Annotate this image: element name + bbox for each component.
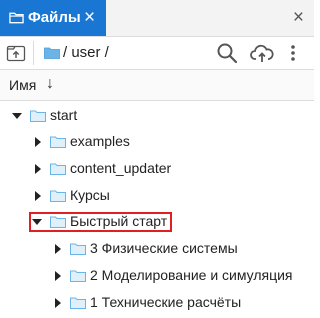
caret-right-icon[interactable] [53,271,63,281]
folder-icon [30,110,46,122]
tab-files[interactable]: Файлы × [0,0,106,36]
tree-item-label: 1 Технические расчёты [90,294,242,310]
toolbar: / user / [0,37,314,70]
folder-icon [44,47,60,59]
folder-icon [50,136,66,148]
folder-icon [70,297,86,309]
breadcrumb-path[interactable]: / user / [63,44,109,61]
panel-close-icon[interactable]: × [293,8,304,28]
tree-item-label: examples [70,133,130,149]
selection-highlight-box [29,212,172,232]
folder-icon [70,270,86,282]
folder-icon [70,243,86,255]
tree-row-modeling[interactable]: 2 Моделирование и симуляция [0,263,314,289]
tree-row-content-updater[interactable]: content_updater [0,156,314,182]
tree-row-physical-systems[interactable]: 3 Физические системы [0,236,314,262]
more-vert-icon[interactable] [290,44,296,62]
tree-row-kursy[interactable]: Курсы [0,183,314,209]
caret-right-icon[interactable] [33,164,43,174]
caret-right-icon[interactable] [53,244,63,254]
column-header[interactable]: Имя ↓ [0,70,314,101]
folder-icon [9,12,24,24]
caret-right-icon[interactable] [33,191,43,201]
caret-right-icon[interactable] [53,298,63,308]
tab-close-icon[interactable]: × [84,8,95,28]
tab-title: Файлы [28,9,81,26]
sort-arrow-icon[interactable]: ↓ [46,75,54,93]
tree-item-label: Курсы [70,187,110,203]
folder-up-icon[interactable] [6,43,26,63]
tree-row-technical-calc[interactable]: 1 Технические расчёты [0,290,314,316]
tree-item-label: content_updater [70,160,172,176]
folder-icon [50,163,66,175]
folder-icon [50,190,66,202]
tree-item-label: start [50,107,78,123]
tree-item-label: 3 Физические системы [90,240,238,256]
tree-row-examples[interactable]: examples [0,129,314,155]
caret-right-icon[interactable] [33,137,43,147]
tab-bar: Файлы × × [0,0,314,37]
tree-row-start[interactable]: start [0,103,314,129]
caret-down-icon[interactable] [12,111,22,121]
tree-item-label: 2 Моделирование и симуляция [90,267,293,283]
search-icon[interactable] [216,42,238,64]
cloud-upload-icon[interactable] [250,42,274,64]
toolbar-divider [33,41,34,65]
column-header-name[interactable]: Имя [9,77,36,93]
